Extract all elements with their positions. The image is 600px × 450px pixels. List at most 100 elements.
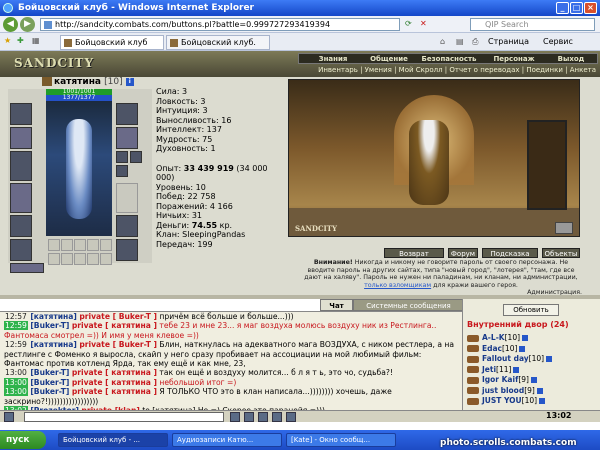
menu-exit[interactable]: Выход bbox=[551, 54, 591, 64]
slot-amulet[interactable] bbox=[10, 151, 32, 181]
slot-armor[interactable] bbox=[10, 215, 32, 237]
scroll-slot-3[interactable] bbox=[74, 239, 86, 251]
refresh-roster-button[interactable]: Обновить bbox=[503, 304, 559, 316]
hint-button[interactable]: Подсказка bbox=[482, 248, 538, 258]
send-icon[interactable] bbox=[230, 412, 240, 422]
user-action-icon[interactable] bbox=[467, 345, 479, 352]
chat-nick[interactable]: [Buker-T] bbox=[30, 321, 69, 330]
roster-user[interactable]: Igor Kaif[9] bbox=[467, 375, 537, 385]
roster-user[interactable]: Jeti[11] bbox=[467, 365, 520, 375]
chat-private-tag[interactable]: private [ катятина ] bbox=[72, 387, 157, 396]
user-action-icon[interactable] bbox=[467, 366, 479, 373]
tab-list-icon[interactable]: ▦ bbox=[32, 36, 40, 45]
npc-figure[interactable] bbox=[409, 120, 449, 205]
chat-nick[interactable]: [Buker-T] bbox=[30, 387, 69, 396]
user-action-icon[interactable] bbox=[467, 334, 479, 342]
menu-character[interactable]: Персонаж bbox=[489, 54, 539, 64]
close-window-button[interactable]: × bbox=[584, 2, 597, 14]
start-button[interactable]: пуск bbox=[0, 431, 46, 449]
slot-ring-1[interactable] bbox=[116, 151, 128, 163]
add-favorite-icon[interactable]: ✚ bbox=[17, 36, 24, 45]
menu-knowledge[interactable]: Знания bbox=[313, 54, 353, 64]
slot-helmet[interactable] bbox=[10, 103, 32, 125]
roster-user[interactable]: A-L-K[10] bbox=[467, 333, 529, 343]
filter-icon[interactable] bbox=[272, 412, 282, 422]
scroll-slot-1[interactable] bbox=[48, 239, 60, 251]
scroll-slot-4[interactable] bbox=[87, 239, 99, 251]
task-audio[interactable]: Аудиозаписи Катю... bbox=[172, 433, 282, 447]
user-action-icon[interactable] bbox=[467, 387, 479, 394]
user-info-icon[interactable] bbox=[513, 366, 520, 373]
objects-button[interactable]: Объекты bbox=[542, 248, 580, 258]
slot-earrings[interactable] bbox=[10, 127, 32, 149]
print-icon[interactable]: ⎙ bbox=[472, 37, 478, 47]
slot-bracers[interactable] bbox=[116, 103, 138, 125]
feeds-icon[interactable]: ▤ bbox=[456, 37, 464, 46]
settings-icon[interactable] bbox=[286, 412, 296, 422]
location-scene[interactable]: SANDCITY bbox=[288, 79, 580, 237]
user-action-icon[interactable] bbox=[467, 376, 479, 384]
scroll-slot-6[interactable] bbox=[48, 253, 60, 265]
chat-timestamp[interactable]: 13:00 bbox=[4, 387, 28, 397]
user-info-icon[interactable] bbox=[519, 345, 526, 352]
slot-pocket[interactable] bbox=[10, 263, 44, 273]
user-action-icon[interactable] bbox=[467, 355, 479, 363]
scroll-slot-5[interactable] bbox=[100, 239, 112, 251]
slot-gloves[interactable] bbox=[116, 127, 138, 149]
warning-link[interactable]: только взломщикам bbox=[364, 282, 431, 289]
slot-ring-2[interactable] bbox=[130, 151, 142, 163]
clear-icon[interactable] bbox=[258, 412, 268, 422]
chat-private-tag[interactable]: private [ катятина ] bbox=[72, 321, 157, 330]
forward-button[interactable]: ▶ bbox=[20, 17, 35, 32]
task-kate-chat[interactable]: [Kate] - Окно сообщ... bbox=[286, 433, 396, 447]
user-action-icon[interactable] bbox=[467, 397, 479, 405]
roster-user[interactable]: Edac[10] bbox=[467, 344, 526, 354]
scroll-slot-8[interactable] bbox=[74, 253, 86, 265]
chat-mode-icon[interactable] bbox=[4, 412, 14, 422]
favorites-star-icon[interactable]: ★ bbox=[4, 36, 11, 45]
roster-user[interactable]: JUST YOU[10] bbox=[467, 396, 546, 406]
chat-log[interactable]: 12:57 [катятина] private [ Buker-T ] при… bbox=[0, 311, 462, 410]
roster-user[interactable]: Fallout day[10] bbox=[467, 354, 553, 364]
chat-nick[interactable]: [катятина] bbox=[30, 312, 77, 321]
character-name[interactable]: катятина bbox=[54, 77, 101, 87]
slot-weapon[interactable] bbox=[10, 183, 32, 213]
url-field[interactable]: http://sandcity.combats.com/buttons.pl?b… bbox=[40, 18, 400, 31]
menu-security[interactable]: Безопасность bbox=[419, 54, 479, 64]
chat-timestamp[interactable]: 12:59 bbox=[4, 340, 28, 349]
chat-nick[interactable]: [катятина] bbox=[30, 340, 77, 349]
chat-private-tag[interactable]: private [ Buker-T ] bbox=[79, 312, 157, 321]
refresh-icon[interactable]: ⟳ bbox=[405, 19, 412, 28]
slot-boots[interactable] bbox=[116, 239, 138, 261]
chat-private-tag[interactable]: private [ Buker-T ] bbox=[79, 340, 157, 349]
tab-system-messages[interactable]: Системные сообщения bbox=[353, 299, 464, 311]
slot-belt[interactable] bbox=[10, 239, 32, 261]
chat-nick[interactable]: [Buker-T] bbox=[30, 368, 69, 377]
user-info-icon[interactable] bbox=[522, 335, 529, 341]
roster-user[interactable]: just blood[9] bbox=[467, 386, 543, 396]
game-sub-menu[interactable]: Инвентарь | Умения | Мой Скролл | Отчет … bbox=[298, 65, 598, 75]
menu-communication[interactable]: Общение bbox=[367, 54, 411, 64]
home-icon[interactable]: ⌂ bbox=[440, 37, 445, 46]
scroll-slot-2[interactable] bbox=[61, 239, 73, 251]
search-input[interactable]: QIP Search bbox=[470, 18, 595, 31]
user-info-icon[interactable] bbox=[536, 387, 543, 394]
chat-nick[interactable]: [Buker-T] bbox=[30, 378, 69, 387]
user-name[interactable]: A-L-K bbox=[482, 333, 505, 342]
slot-shield[interactable] bbox=[116, 183, 138, 213]
user-name[interactable]: Jeti bbox=[482, 365, 496, 374]
tools-menu[interactable]: Сервис bbox=[543, 37, 573, 46]
chat-private-tag[interactable]: private [ катятина ] bbox=[72, 368, 157, 377]
info-icon[interactable]: i bbox=[125, 77, 134, 86]
stop-icon[interactable]: ✕ bbox=[420, 19, 427, 28]
chat-timestamp[interactable]: 13:00 bbox=[4, 377, 28, 387]
user-name[interactable]: just blood bbox=[482, 386, 524, 395]
chat-timestamp[interactable]: 12:59 bbox=[4, 321, 28, 331]
user-name[interactable]: JUST YOU bbox=[482, 396, 522, 405]
maximize-button[interactable]: □ bbox=[570, 2, 583, 14]
user-name[interactable]: Igor Kaif bbox=[482, 375, 518, 384]
scene-door[interactable] bbox=[527, 120, 567, 210]
return-button[interactable]: Возврат bbox=[384, 248, 444, 258]
tab-chat[interactable]: Чат bbox=[320, 299, 353, 311]
user-info-icon[interactable] bbox=[546, 356, 553, 362]
